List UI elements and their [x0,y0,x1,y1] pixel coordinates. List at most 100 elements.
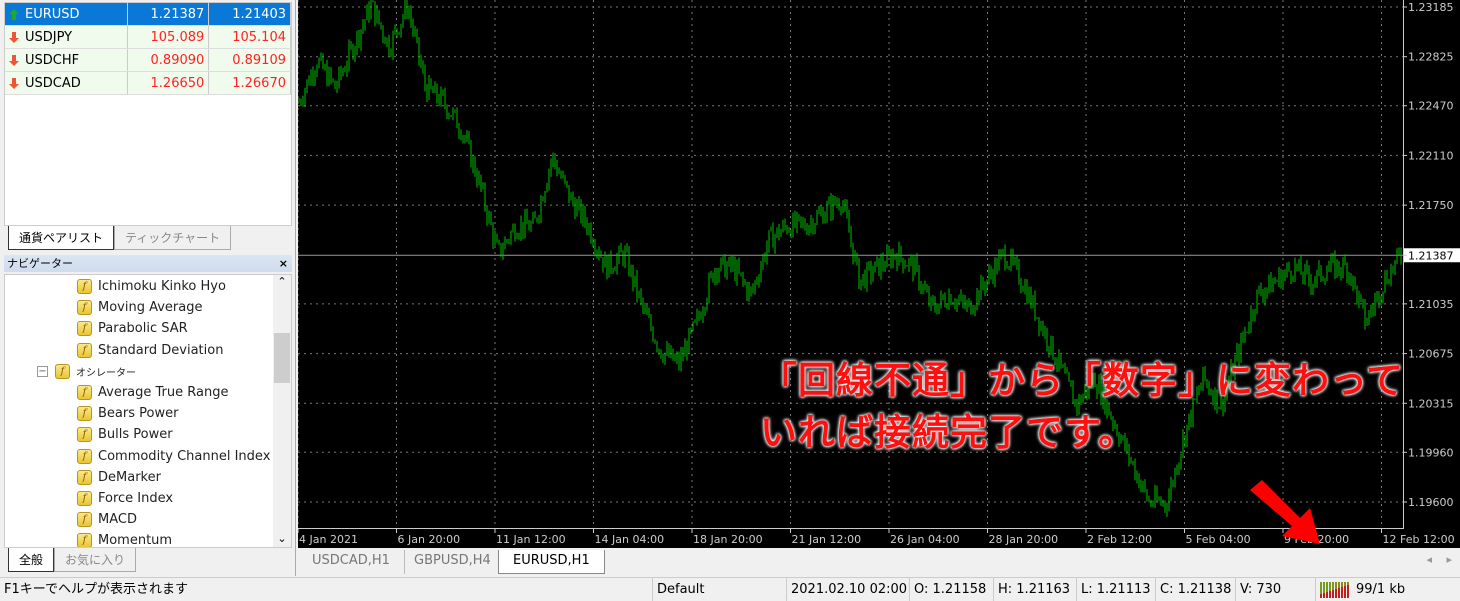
navigator-tree: ⌃ ⌄ f Ichimoku Kinko Hyo f Moving Average f P… [4,274,292,548]
symbol-row-usdjpy[interactable]: USDJPY 105.089 105.104 [5,26,291,49]
scroll-up-icon[interactable]: ⌃ [273,275,291,288]
market-watch-tabs: 通貨ペアリスト ティックチャート [8,226,232,250]
high-price: H: 1.21163 [993,578,1076,601]
annotation-line-1: 「回線不通」から「数字」に変わって [760,359,1405,402]
indicator-icon: f [77,300,92,316]
indicator-icon: f [55,364,70,379]
item-label: Commodity Channel Index [98,448,271,464]
navigator-item[interactable]: f Bulls Power [77,424,173,445]
symbol-name: USDCAD [25,75,81,91]
item-label: Momentum [98,533,173,548]
x-tick-label: 21 Jan 12:00 [792,533,862,546]
navigator-header: ナビゲーター × [4,255,292,272]
navigator-item[interactable]: f DeMarker [77,467,161,488]
connection-bars-icon [1320,581,1349,598]
scroll-right-icon[interactable]: ▸ [1446,553,1452,566]
low-price: L: 1.21113 [1076,578,1155,601]
y-tick-label: 1.19600 [1408,496,1454,509]
open-price: O: 1.21158 [909,578,993,601]
navigator-item[interactable]: f Commodity Channel Index [77,446,270,467]
signal-bar-fill [1347,584,1349,598]
signal-bar-fill [1323,592,1325,598]
symbol-row-usdcad[interactable]: USDCAD 1.26650 1.26670 [5,72,291,95]
x-tick-label: 14 Jan 04:00 [595,533,665,546]
navigator-item[interactable]: f Parabolic SAR [77,318,188,339]
navigator-group-oscillators[interactable]: f オシレーター − [37,361,136,382]
item-label: Bulls Power [98,427,173,443]
scroll-down-icon[interactable]: ⌄ [273,532,291,545]
y-tick-label: 1.20675 [1408,348,1454,361]
symbol-row-eurusd[interactable]: EURUSD 1.21387 1.21403 [5,3,291,26]
navigator-item[interactable]: f Momentum [77,530,173,548]
item-label: Standard Deviation [98,342,224,358]
ask-price: 0.89109 [209,49,291,71]
x-tick-label: 11 Jan 12:00 [496,533,566,546]
tab-tick-chart[interactable]: ティックチャート [114,226,232,250]
ask-price: 1.26670 [209,72,291,94]
x-tick-label: 6 Jan 20:00 [398,533,461,546]
tab-favorites[interactable]: お気に入り [54,548,137,572]
signal-bar-fill [1335,588,1337,598]
bid-price: 105.089 [128,26,210,48]
signal-bar-fill [1329,590,1331,598]
bid-price: 0.89090 [128,49,210,71]
tab-general[interactable]: 全般 [8,548,55,572]
connection-status: 99/1 kb [1315,578,1460,601]
navigator-item[interactable]: f Average True Range [77,382,228,403]
collapse-icon[interactable]: − [37,366,48,377]
scrollbar[interactable]: ⌃ ⌄ [273,275,291,547]
symbol-cell: EURUSD [5,3,128,25]
ask-price: 1.21403 [209,3,291,25]
arrow-up-icon [9,8,19,20]
scroll-thumb[interactable] [274,333,290,383]
navigator-item[interactable]: f Moving Average [77,297,202,318]
indicator-icon: f [77,533,92,547]
annotation-text: 「回線不通」から「数字」に変わって いれば接続完了です。 [760,355,1404,459]
indicator-icon: f [77,491,92,506]
symbol-name: EURUSD [25,6,80,22]
item-label: Ichimoku Kinko Hyo [98,279,226,294]
navigator-item[interactable]: f Standard Deviation [77,340,223,361]
indicator-icon: f [77,427,92,443]
annotation-line-2: いれば接続完了です。 [760,411,1137,454]
arrow-down-icon [9,31,19,43]
y-tick-label: 1.21035 [1408,298,1454,311]
symbol-cell: USDCHF [5,49,128,71]
help-text: F1キーでヘルプが表示されます [4,582,188,597]
arrow-down-icon [9,77,19,89]
x-tick-label: 12 Feb 12:00 [1383,533,1455,546]
close-icon[interactable]: × [279,255,288,272]
indicator-icon: f [77,406,92,422]
symbol-row-usdchf[interactable]: USDCHF 0.89090 0.89109 [5,49,291,72]
signal-bar-fill [1341,586,1343,598]
chart-tab-gbpusd[interactable]: GBPUSD,H4 [400,550,506,574]
status-bar: F1キーでヘルプが表示されます Default 2021.02.10 02:00… [0,577,1460,601]
symbol-name: USDJPY [25,29,73,45]
indicator-icon: f [77,512,92,528]
symbol-cell: USDCAD [5,72,128,94]
navigator-item[interactable]: f Ichimoku Kinko Hyo [77,276,226,297]
navigator-item[interactable]: f MACD [77,509,137,530]
x-tick-label: 5 Feb 04:00 [1186,533,1251,546]
price-chart[interactable]: 1.23185 1.22825 1.22470 1.22110 1.21750 1.213… [298,0,1460,548]
chart-tabs: USDCAD,H1 GBPUSD,H4 EURUSD,H1 ◂ ▸ [298,549,1460,575]
x-tick-label: 4 Jan 2021 [299,533,358,546]
navigator-item[interactable]: f Bears Power [77,403,178,424]
market-watch: EURUSD 1.21387 1.21403 USDJPY 105.089 105.104… [4,2,292,226]
red-arrow-icon [1250,480,1320,544]
scroll-left-icon[interactable]: ◂ [1426,553,1432,566]
item-label: Moving Average [98,300,203,316]
navigator-item[interactable]: f Force Index [77,488,173,509]
tab-symbols[interactable]: 通貨ペアリスト [8,226,115,250]
chart-tab-eurusd[interactable]: EURUSD,H1 [498,550,605,574]
indicator-icon: f [77,448,92,464]
navigator-tabs: 全般 お気に入り [8,548,137,572]
close-price: C: 1.21138 [1155,578,1235,601]
item-label: Average True Range [98,385,229,400]
item-label: MACD [98,512,137,528]
arrow-down-icon [9,54,19,66]
signal-bar-fill [1338,587,1340,598]
symbol-name: USDCHF [25,52,80,68]
y-tick-label: 1.22825 [1408,51,1454,64]
chart-tab-usdcad[interactable]: USDCAD,H1 [298,550,405,574]
